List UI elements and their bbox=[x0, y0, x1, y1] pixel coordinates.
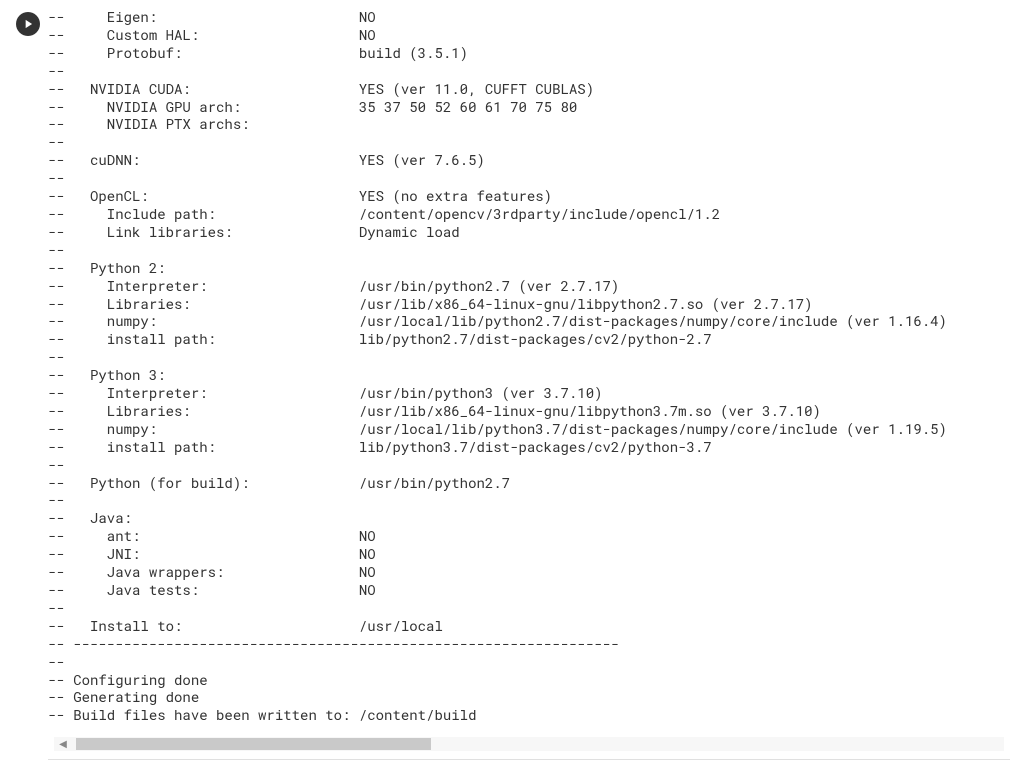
scroll-left-arrow-icon[interactable]: ◀ bbox=[54, 737, 72, 751]
output-wrap: -- Eigen: NO -- Custom HAL: NO -- Protob… bbox=[48, 8, 1024, 767]
notebook-cell: -- Eigen: NO -- Custom HAL: NO -- Protob… bbox=[0, 0, 1024, 767]
cell-gutter bbox=[8, 8, 48, 767]
horizontal-scrollbar[interactable]: ◀ bbox=[54, 737, 1004, 751]
cell-bottom-border bbox=[48, 759, 1010, 767]
run-cell-button[interactable] bbox=[16, 12, 40, 36]
horizontal-scrollbar-area: ◀ bbox=[48, 737, 1010, 759]
horizontal-scroll-thumb[interactable] bbox=[76, 738, 431, 750]
play-icon bbox=[21, 17, 35, 31]
cell-output: -- Eigen: NO -- Custom HAL: NO -- Protob… bbox=[48, 8, 1010, 737]
